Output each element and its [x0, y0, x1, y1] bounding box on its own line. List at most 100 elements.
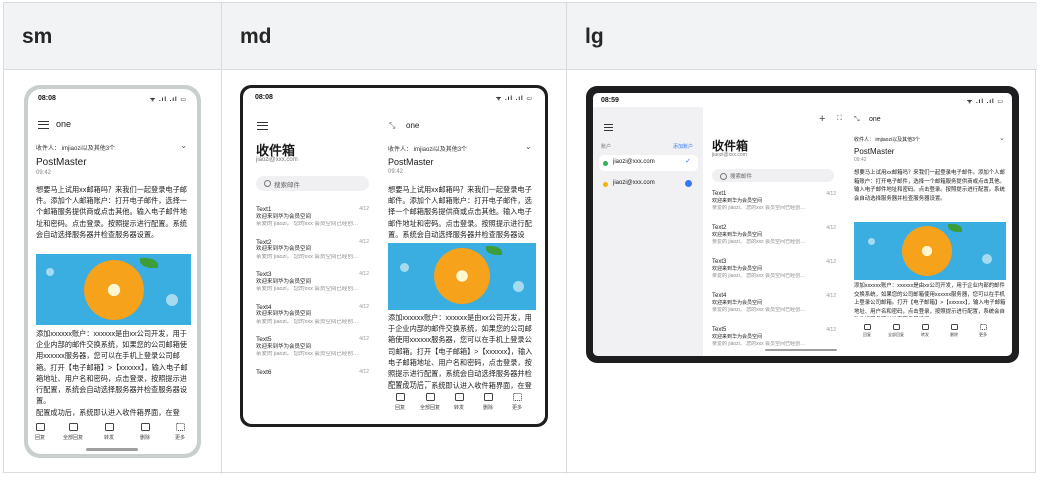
forward-icon [454, 393, 464, 401]
account-item[interactable]: jiaozi@xxx.com [599, 176, 698, 192]
delete-button[interactable]: 删除 [130, 423, 160, 441]
mail-subject: 欢迎来到华为会员空间 [256, 246, 312, 252]
folder-title: one [869, 116, 881, 123]
phone-device: 08:08 ᯤ .ıl .ıl ▭ one 收件人： imjiaozi以及其他3个… [24, 85, 201, 458]
mail-preview: 亲爱的 jiaozi， 您的xxx 会员空间已经创… [712, 273, 806, 279]
more-icon [979, 324, 987, 330]
forward-button[interactable]: 转发 [94, 423, 124, 441]
account-email: jiaozi@xxx.com [613, 180, 655, 186]
reply-button[interactable]: 回复 [385, 393, 415, 411]
menu-icon[interactable] [604, 124, 613, 131]
chevron-down-icon[interactable]: ⌄ [999, 134, 1005, 142]
menu-icon[interactable] [38, 121, 49, 129]
to-value: imjiaozi以及其他3个 [875, 137, 920, 143]
mail-list-item[interactable]: Text5 4/12 欢迎来到华为会员空间 亲爱的 jiaozi， 您的xxx 会员空… [712, 327, 836, 348]
to-value: imjiaozi以及其他3个 [413, 147, 468, 153]
header-sm-label: sm [22, 25, 53, 48]
mail-list-item[interactable]: Text3 4/12 欢迎来到华为会员空间 亲爱的 jiaozi， 您的xxx 会员空… [256, 271, 369, 294]
home-indicator [765, 349, 837, 351]
mail-subject: 欢迎来到华为会员空间 [712, 266, 763, 272]
expand-icon[interactable]: ⛶ [837, 115, 842, 123]
mail-list-item[interactable]: Text4 4/12 欢迎来到华为会员空间 亲爱的 jiaozi， 您的xxx 会员空… [712, 293, 836, 314]
trash-icon [950, 324, 958, 330]
search-input[interactable]: 搜索邮件 [712, 169, 834, 182]
mail-toolbar: 回复 全部回复 转发 删除 更多 [385, 391, 545, 417]
inbox-account: jiaozi@xxx.com [712, 152, 747, 158]
mail-sender: Text2 [256, 238, 272, 246]
menu-icon[interactable] [257, 122, 268, 130]
mail-list-item[interactable]: Text3 4/12 欢迎来到华为会员空间 亲爱的 jiaozi， 您的xxx 会员空… [712, 259, 836, 280]
trash-icon [140, 423, 150, 431]
status-time: 08:08 [38, 95, 56, 102]
forward-button[interactable]: 转发 [913, 324, 937, 338]
chevron-down-icon[interactable]: ⌄ [180, 141, 187, 150]
orange-image [854, 222, 1006, 280]
mail-subject: 欢迎来到华为会员空间 [256, 311, 312, 317]
status-icons: ᯤ .ıl .ıl ▭ [966, 99, 1004, 105]
more-icon [175, 423, 185, 431]
mail-list-item[interactable]: Text5 4/12 欢迎来到华为会员空间 亲爱的 jiaozi， 您的xxx 会员空… [256, 336, 369, 359]
mail-preview: 亲爱的 jiaozi， 您的xxx 会员空间已经创… [712, 307, 806, 313]
delete-button[interactable]: 删除 [473, 393, 503, 411]
chevron-down-icon[interactable]: ⌄ [525, 142, 532, 151]
mail-sender: Text4 [712, 293, 727, 299]
folder-title: one [406, 121, 420, 130]
header-sm: sm [4, 3, 221, 70]
delete-button[interactable]: 删除 [942, 324, 966, 338]
mail-list-item[interactable]: Text2 4/12 欢迎来到华为会员空间 亲爱的 jiaozi， 您的xxx 会员空… [712, 225, 836, 246]
more-button[interactable]: 更多 [502, 393, 532, 411]
mail-subject: 欢迎来到华为会员空间 [712, 198, 763, 204]
more-button[interactable]: 更多 [971, 324, 995, 338]
sender-name: PostMaster [854, 147, 895, 156]
account-dot-icon [603, 182, 608, 187]
mail-date: 4/12 [359, 336, 369, 342]
mail-list-item[interactable]: Text2 4/12 欢迎来到华为会员空间 亲爱的 jiaozi， 您的xxx 会员空… [256, 239, 369, 262]
collapse-icon[interactable]: ⤡ [389, 121, 395, 131]
mail-date: 4/12 [359, 271, 369, 277]
reply-all-button[interactable]: 全部回复 [415, 393, 445, 411]
reply-button[interactable]: 回复 [855, 324, 879, 338]
mail-preview: 亲爱的 jiaozi， 您的xxx 会员空间已经创… [256, 221, 359, 227]
inbox-account: jiaozi@xxx.com [256, 157, 298, 163]
plus-icon[interactable]: + [819, 113, 825, 125]
forward-icon [104, 423, 114, 431]
trash-icon [483, 393, 493, 401]
mail-date: 4/12 [359, 303, 369, 310]
account-item[interactable]: jiaozi@xxx.com ✓ [599, 155, 698, 171]
mail-body-2: 添加xxxxxx账户：xxxxxx是由xx公司开发，用于企业内部的邮件交换系统，… [854, 283, 1006, 315]
mail-date: 4/12 [826, 225, 836, 231]
status-time: 08:08 [255, 94, 273, 101]
orange-image [388, 243, 536, 310]
mail-body-3: 配置成功后，系统即认进入收件箱界面，在登 [36, 408, 180, 417]
mail-toolbar: 回复 全部回复 转发 删除 更多 [28, 421, 197, 447]
mail-date: 4/12 [359, 368, 369, 375]
mail-time: 09:42 [36, 170, 52, 176]
tablet-device: 08:59 ᯤ .ıl .ıl ▭ 账户 添加账户 jiaozi@xxx.com … [586, 86, 1019, 363]
mail-preview: 亲爱的 jiaozi， 您的xxx 会员空间已经创… [256, 318, 359, 325]
forward-button[interactable]: 转发 [444, 393, 474, 411]
folder-title: one [56, 119, 72, 129]
sender-name: PostMaster [36, 157, 87, 168]
header-md: md [222, 3, 566, 70]
reply-all-button[interactable]: 全部回复 [884, 324, 908, 338]
add-account-link[interactable]: 添加账户 [673, 143, 693, 150]
mail-list-item[interactable]: Text1 4/12 欢迎来到华为会员空间 亲爱的 jiaozi， 您的xxx 会员空… [256, 206, 369, 229]
mail-sender: Text6 [256, 368, 272, 376]
mail-list-item[interactable]: Text4 4/12 欢迎来到华为会员空间 亲爱的 jiaozi， 您的xxx 会员空… [256, 304, 369, 327]
reply-all-button[interactable]: 全部回复 [58, 423, 88, 441]
more-button[interactable]: 更多 [165, 423, 195, 441]
collapse-icon[interactable]: ⤡ [854, 116, 860, 124]
mail-list-item[interactable]: Text6 4/12 [256, 369, 369, 377]
mail-body-2: 添加xxxxxx账户：xxxxxx是由xx公司开发，用于企业内部的邮件交换系统，… [388, 313, 533, 382]
mail-body-1: 想要马上试用xx邮箱吗？来我们一起登录电子邮件。添加个人邮箱账户：打开电子邮件，… [388, 185, 532, 239]
mail-preview: 亲爱的 jiaozi， 您的xxx 会员空间已经创… [712, 205, 806, 211]
mail-list-item[interactable]: Text1 4/12 欢迎来到华为会员空间 亲爱的 jiaozi， 您的xxx 会员空… [712, 191, 836, 212]
to-label: 收件人： [388, 147, 413, 153]
reply-button[interactable]: 回复 [28, 423, 55, 441]
orange-image [36, 254, 191, 325]
mail-sender: Text4 [256, 303, 272, 311]
mail-date: 4/12 [826, 191, 836, 197]
search-input[interactable]: 搜索邮件 [256, 176, 369, 191]
header-md-label: md [240, 25, 272, 48]
forward-icon [921, 324, 929, 330]
